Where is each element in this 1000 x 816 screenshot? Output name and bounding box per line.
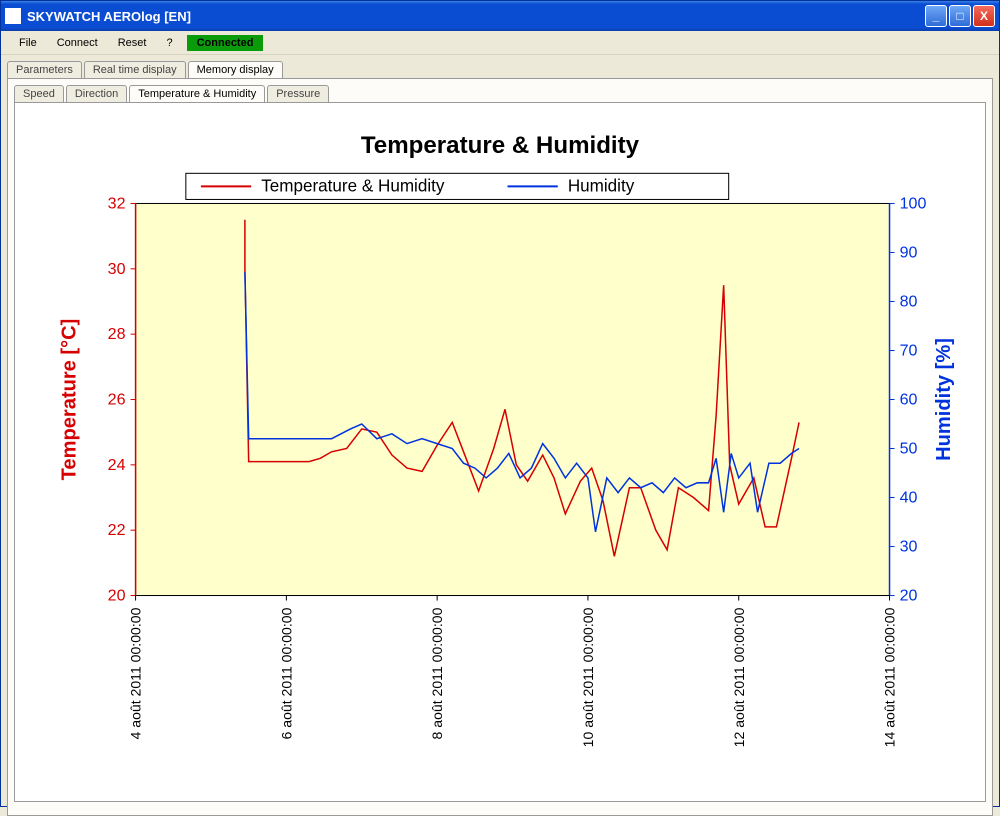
menubar: File Connect Reset ? Connected [1, 31, 999, 55]
svg-text:40: 40 [900, 489, 918, 507]
svg-text:20: 20 [900, 587, 918, 605]
minimize-button[interactable]: _ [925, 5, 947, 27]
menu-file[interactable]: File [9, 34, 47, 52]
chart-panel: Temperature & Humidity 20 22 24 26 28 30 32 Temp… [14, 102, 986, 802]
svg-text:6 août 2011 00:00:00: 6 août 2011 00:00:00 [278, 607, 294, 739]
svg-text:80: 80 [900, 293, 918, 311]
window-title: SKYWATCH AEROlog [EN] [27, 9, 925, 24]
svg-text:60: 60 [900, 391, 918, 409]
titlebar: SKYWATCH AEROlog [EN] _ □ X [1, 1, 999, 31]
subtab-temp-humidity[interactable]: Temperature & Humidity [129, 85, 265, 102]
svg-text:24: 24 [108, 456, 126, 474]
tab-memory[interactable]: Memory display [188, 61, 283, 78]
svg-text:32: 32 [108, 195, 126, 213]
svg-text:Temperature [°C]: Temperature [°C] [58, 319, 80, 481]
maximize-button[interactable]: □ [949, 5, 971, 27]
svg-text:12 août 2011 00:00:00: 12 août 2011 00:00:00 [731, 607, 747, 747]
svg-text:50: 50 [900, 440, 918, 458]
svg-text:30: 30 [900, 538, 918, 556]
menu-connect[interactable]: Connect [47, 34, 108, 52]
connection-status: Connected [187, 35, 264, 51]
subtab-pressure[interactable]: Pressure [267, 85, 329, 102]
svg-text:22: 22 [108, 521, 126, 539]
subtab-speed[interactable]: Speed [14, 85, 64, 102]
svg-text:Temperature & Humidity: Temperature & Humidity [261, 176, 445, 195]
svg-text:30: 30 [108, 260, 126, 278]
main-panel: Speed Direction Temperature & Humidity P… [7, 78, 993, 816]
svg-text:10 août 2011 00:00:00: 10 août 2011 00:00:00 [580, 607, 596, 747]
svg-text:28: 28 [108, 325, 126, 343]
svg-text:70: 70 [900, 342, 918, 360]
chart: Temperature & Humidity 20 22 24 26 28 30 32 Temp… [25, 113, 975, 787]
tab-realtime[interactable]: Real time display [84, 61, 186, 78]
menu-help[interactable]: ? [156, 34, 182, 52]
svg-text:4 août 2011 00:00:00: 4 août 2011 00:00:00 [128, 607, 144, 739]
menu-reset[interactable]: Reset [108, 34, 157, 52]
svg-text:Humidity: Humidity [568, 176, 635, 195]
svg-text:90: 90 [900, 244, 918, 262]
svg-text:100: 100 [900, 195, 927, 213]
main-tabs: Parameters Real time display Memory disp… [1, 55, 999, 78]
svg-text:26: 26 [108, 391, 126, 409]
app-icon [5, 8, 21, 24]
sub-tabs: Speed Direction Temperature & Humidity P… [8, 79, 992, 102]
svg-text:14 août 2011 00:00:00: 14 août 2011 00:00:00 [882, 607, 898, 747]
svg-text:8 août 2011 00:00:00: 8 août 2011 00:00:00 [429, 607, 445, 739]
svg-text:Temperature & Humidity: Temperature & Humidity [361, 132, 640, 159]
tab-parameters[interactable]: Parameters [7, 61, 82, 78]
subtab-direction[interactable]: Direction [66, 85, 127, 102]
svg-text:Humidity [%]: Humidity [%] [933, 338, 955, 461]
svg-text:20: 20 [108, 587, 126, 605]
close-button[interactable]: X [973, 5, 995, 27]
